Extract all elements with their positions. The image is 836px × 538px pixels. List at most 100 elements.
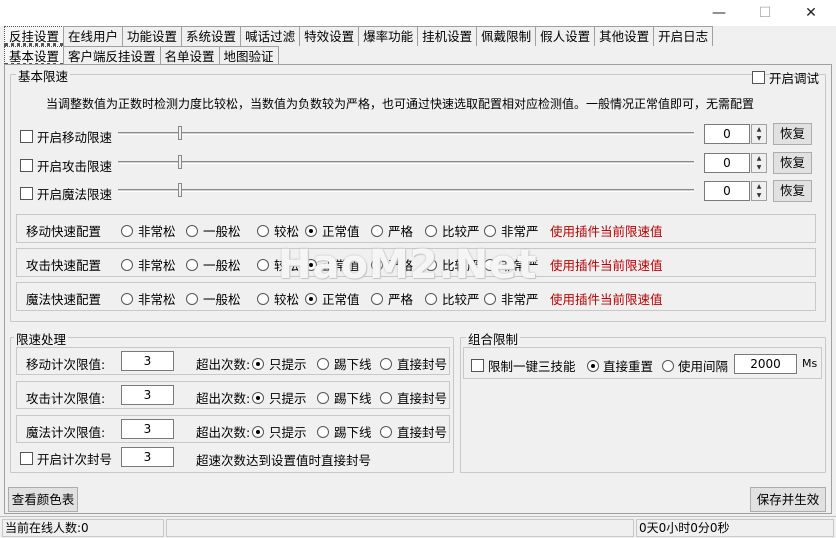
attack-action-radio-1[interactable]: [317, 391, 329, 404]
debug-checkbox[interactable]: [752, 71, 765, 84]
tab-main-4[interactable]: 喊话过滤: [240, 26, 301, 46]
attack-speed-value-input[interactable]: 0: [704, 153, 750, 173]
minimize-button[interactable]: —: [696, 0, 742, 26]
tab-sub-1[interactable]: 客户端反挂设置: [63, 46, 161, 66]
tab-main-1[interactable]: 在线用户: [63, 26, 124, 46]
magic-speed-slider-track[interactable]: [118, 189, 694, 192]
magic-quick-radio-0[interactable]: [121, 292, 133, 305]
magic-quick-option-0[interactable]: 非常松: [121, 289, 176, 308]
magic-quick-option-3[interactable]: 正常值: [305, 289, 360, 308]
magic-action-option-1[interactable]: 踢下线: [317, 422, 372, 441]
magic-action-radio-0[interactable]: [252, 425, 264, 438]
ban-count-input[interactable]: 3: [121, 447, 174, 467]
tab-main-2[interactable]: 功能设置: [122, 26, 183, 46]
magic-quick-option-1[interactable]: 一般松: [186, 289, 241, 308]
move-quick-radio-6[interactable]: [484, 224, 496, 237]
attack-quick-radio-1[interactable]: [186, 258, 198, 271]
attack-speed-slider-track[interactable]: [118, 161, 694, 164]
attack-speed-spinner[interactable]: ▲ ▼: [751, 153, 767, 173]
magic-speed-spinner[interactable]: ▲ ▼: [751, 181, 767, 201]
combo-interval-input[interactable]: 2000: [734, 354, 797, 374]
tab-main-6[interactable]: 爆率功能: [358, 26, 419, 46]
ban-checkbox[interactable]: [20, 452, 33, 465]
tab-main-5[interactable]: 特效设置: [299, 26, 360, 46]
attack-speed-checkbox[interactable]: [20, 159, 33, 172]
move-quick-option-3[interactable]: 正常值: [305, 221, 360, 240]
spin-up-icon[interactable]: ▲: [752, 182, 766, 191]
tab-main-3[interactable]: 系统设置: [181, 26, 242, 46]
magic-quick-radio-1[interactable]: [186, 292, 198, 305]
attack-action-radio-2[interactable]: [380, 391, 392, 404]
move-action-radio-0[interactable]: [252, 357, 264, 370]
move-quick-radio-1[interactable]: [186, 224, 198, 237]
magic-action-option-0[interactable]: 只提示: [252, 422, 307, 441]
close-button[interactable]: ✕: [788, 0, 834, 26]
magic-quick-radio-2[interactable]: [257, 292, 269, 305]
combo-skill-toggle[interactable]: 限制一键三技能: [471, 356, 576, 375]
attack-action-radio-0[interactable]: [252, 391, 264, 404]
tab-main-11[interactable]: 开启日志: [653, 26, 714, 46]
magic-speed-checkbox[interactable]: [20, 187, 33, 200]
move-action-option-1[interactable]: 踢下线: [317, 354, 372, 373]
spin-up-icon[interactable]: ▲: [752, 154, 766, 163]
move-quick-radio-5[interactable]: [425, 224, 437, 237]
magic-speed-value-input[interactable]: 0: [704, 181, 750, 201]
spin-up-icon[interactable]: ▲: [752, 125, 766, 134]
attack-speed-slider-thumb[interactable]: [178, 155, 182, 169]
attack-action-option-1[interactable]: 踢下线: [317, 388, 372, 407]
attack-speed-toggle[interactable]: 开启攻击限速: [20, 156, 112, 175]
move-speed-value-input[interactable]: 0: [704, 124, 750, 144]
spin-down-icon[interactable]: ▼: [752, 163, 766, 172]
combo-reset-option[interactable]: 直接重置: [587, 356, 653, 375]
move-quick-option-5[interactable]: 比较严: [425, 221, 480, 240]
move-speed-spinner[interactable]: ▲ ▼: [751, 124, 767, 144]
attack-action-option-2[interactable]: 直接封号: [380, 388, 447, 407]
move-quick-option-1[interactable]: 一般松: [186, 221, 241, 240]
move-quick-option-2[interactable]: 较松: [257, 221, 299, 240]
combo-interval-option[interactable]: 使用间隔: [662, 356, 728, 375]
tab-sub-3[interactable]: 地图验证: [218, 46, 279, 66]
move-speed-slider-thumb[interactable]: [178, 126, 182, 140]
attack-count-input[interactable]: 3: [121, 385, 174, 405]
magic-speed-toggle[interactable]: 开启魔法限速: [20, 184, 112, 203]
debug-toggle[interactable]: 开启调试: [752, 68, 819, 87]
attack-quick-option-1[interactable]: 一般松: [186, 255, 241, 274]
ban-toggle[interactable]: 开启计次封号: [20, 449, 112, 468]
magic-action-option-2[interactable]: 直接封号: [380, 422, 447, 441]
magic-quick-option-2[interactable]: 较松: [257, 289, 299, 308]
tab-main-7[interactable]: 挂机设置: [417, 26, 478, 46]
attack-speed-restore-button[interactable]: 恢复: [773, 152, 812, 174]
magic-speed-slider-thumb[interactable]: [178, 183, 182, 197]
view-color-table-button[interactable]: 查看颜色表: [8, 487, 78, 512]
save-apply-button[interactable]: 保存并生效: [750, 487, 826, 512]
move-quick-radio-0[interactable]: [121, 224, 133, 237]
move-speed-toggle[interactable]: 开启移动限速: [20, 127, 112, 146]
move-quick-option-4[interactable]: 严格: [371, 221, 413, 240]
move-quick-radio-2[interactable]: [257, 224, 269, 237]
tab-main-9[interactable]: 假人设置: [535, 26, 596, 46]
move-speed-restore-button[interactable]: 恢复: [773, 123, 812, 145]
combo-interval-radio[interactable]: [662, 359, 674, 372]
magic-speed-restore-button[interactable]: 恢复: [773, 180, 812, 202]
combo-skill-checkbox[interactable]: [471, 359, 484, 372]
magic-quick-option-5[interactable]: 比较严: [425, 289, 480, 308]
move-quick-option-0[interactable]: 非常松: [121, 221, 176, 240]
spin-down-icon[interactable]: ▼: [752, 134, 766, 143]
combo-reset-radio[interactable]: [587, 359, 599, 372]
attack-quick-option-0[interactable]: 非常松: [121, 255, 176, 274]
attack-quick-radio-0[interactable]: [121, 258, 133, 271]
magic-quick-radio-6[interactable]: [484, 292, 496, 305]
tab-main-0[interactable]: 反挂设置: [4, 26, 65, 46]
magic-count-input[interactable]: 3: [121, 419, 174, 439]
magic-quick-radio-3[interactable]: [305, 292, 317, 305]
move-speed-checkbox[interactable]: [20, 130, 33, 143]
magic-quick-option-6[interactable]: 非常严: [484, 289, 539, 308]
move-quick-radio-3[interactable]: [305, 224, 317, 237]
attack-quick-radio-2[interactable]: [257, 258, 269, 271]
attack-action-option-0[interactable]: 只提示: [252, 388, 307, 407]
tab-sub-2[interactable]: 名单设置: [159, 46, 220, 66]
maximize-button[interactable]: ☐: [742, 0, 788, 26]
move-action-radio-1[interactable]: [317, 357, 329, 370]
magic-action-radio-2[interactable]: [380, 425, 392, 438]
move-action-radio-2[interactable]: [380, 357, 392, 370]
